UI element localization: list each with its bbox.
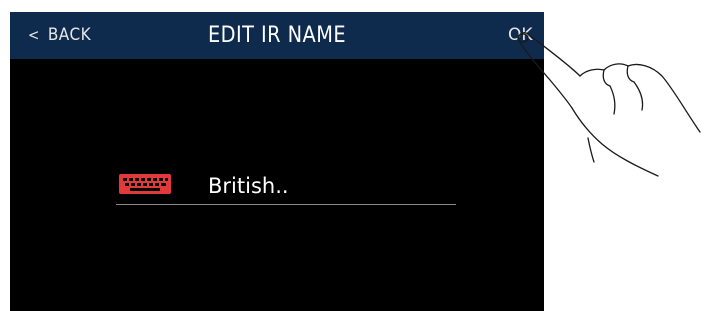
name-entry-row: British.. xyxy=(118,170,454,202)
page-title: EDIT IR NAME xyxy=(207,23,347,48)
device-illustration: < BACK EDIT IR NAME OK British.. xyxy=(0,0,708,311)
back-chevron-icon: < xyxy=(28,26,40,44)
ir-name-field[interactable]: British.. xyxy=(208,170,289,202)
keyboard-icon[interactable] xyxy=(118,173,172,195)
device-screen: < BACK EDIT IR NAME OK British.. xyxy=(10,12,544,311)
header-bar: < BACK EDIT IR NAME OK xyxy=(10,12,544,59)
pointing-hand-icon xyxy=(517,32,701,177)
name-field-underline xyxy=(116,204,456,205)
